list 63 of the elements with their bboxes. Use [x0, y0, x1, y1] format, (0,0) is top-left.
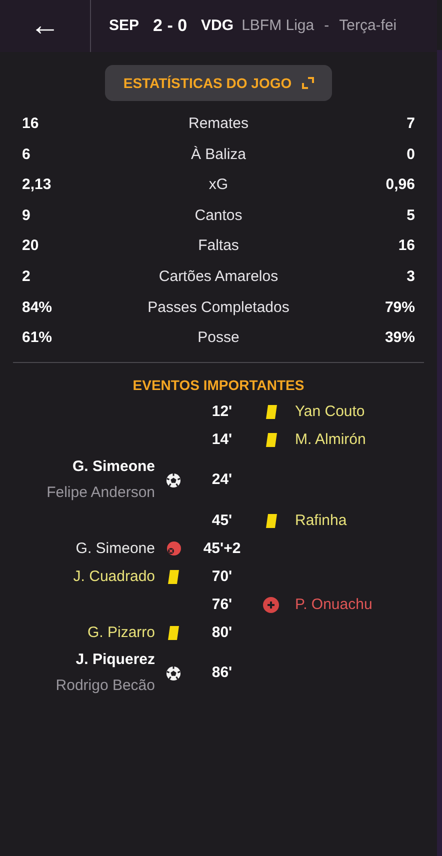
- stat-label: Cantos: [194, 206, 242, 226]
- away-stat: 79%: [384, 298, 415, 318]
- own-goal-ball-icon: [164, 541, 182, 556]
- event-minute: 12': [212, 402, 232, 422]
- player-name: Yan Couto: [295, 402, 366, 422]
- event-minute: 80': [212, 622, 232, 642]
- player-name: G. Pizarro: [86, 622, 155, 643]
- competition: LBFM Liga: [242, 16, 314, 36]
- away-stat: 39%: [384, 328, 415, 348]
- home-stat: 9: [22, 206, 30, 226]
- card-icon: [168, 626, 178, 640]
- stat-label: À Baliza: [190, 144, 246, 165]
- event-minute: 86': [212, 663, 232, 683]
- event-minute: 24': [212, 470, 232, 490]
- expand-icon: [302, 77, 314, 89]
- away-team: VDG: [201, 16, 234, 36]
- player-name: P. Onuachu: [295, 594, 374, 615]
- event-minute: 76': [212, 594, 232, 614]
- player-name: Rafinha: [295, 510, 348, 531]
- score: 2 - 0: [153, 15, 188, 38]
- away-stat: 16: [398, 236, 415, 256]
- home-stat: 2: [22, 267, 30, 288]
- player-name: J. Cuadrado: [72, 566, 155, 587]
- event-minute: 14': [212, 430, 232, 450]
- home-stat: 2,13: [22, 175, 52, 196]
- assist-name: Rodrigo Becão: [56, 676, 155, 696]
- home-stat: 6: [22, 144, 30, 165]
- away-stat: 0,96: [386, 175, 415, 196]
- card-icon: [168, 570, 178, 584]
- home-team: SEP: [109, 16, 140, 36]
- match-stats-button[interactable]: ESTATÍSTICAS DO JOGO: [105, 65, 332, 101]
- stat-label: Remates: [188, 114, 249, 134]
- away-stat: 0: [406, 144, 415, 165]
- player-name: J. Piquerez: [74, 650, 155, 670]
- home-stat: 16: [22, 114, 39, 134]
- assist-name: Felipe Anderson: [46, 483, 155, 504]
- separator: -: [324, 16, 330, 36]
- home-stat: 84%: [22, 298, 52, 318]
- event-minute: 45'+2: [203, 538, 241, 558]
- player-name: G. Simeone: [71, 457, 155, 478]
- stat-label: Faltas: [198, 236, 239, 256]
- player-name: G. Simeone: [74, 538, 155, 559]
- ball-icon: [166, 472, 180, 488]
- section-title: EVENTOS IMPORTANTES: [132, 376, 304, 395]
- event-minute: 70': [212, 566, 232, 586]
- match-date: Terça-fei: [339, 16, 397, 36]
- away-stat: 3: [406, 267, 415, 288]
- card-icon: [266, 432, 276, 447]
- stat-label: Posse: [198, 328, 240, 348]
- home-stat: 20: [22, 236, 39, 256]
- card-icon: [266, 404, 276, 419]
- home-stat: 61%: [22, 328, 52, 348]
- back-button[interactable]: ←: [0, 0, 91, 52]
- card-icon: [266, 514, 276, 528]
- away-stat: 7: [406, 114, 415, 134]
- stat-label: Passes Completados: [148, 298, 290, 318]
- player-name: M. Almirón: [295, 430, 367, 450]
- away-stat: 5: [406, 206, 415, 226]
- injury-icon: [263, 596, 279, 613]
- ball-icon: [166, 666, 180, 681]
- stat-label: xG: [208, 175, 228, 196]
- stat-label: Cartões Amarelos: [158, 267, 278, 288]
- event-minute: 45': [212, 510, 232, 530]
